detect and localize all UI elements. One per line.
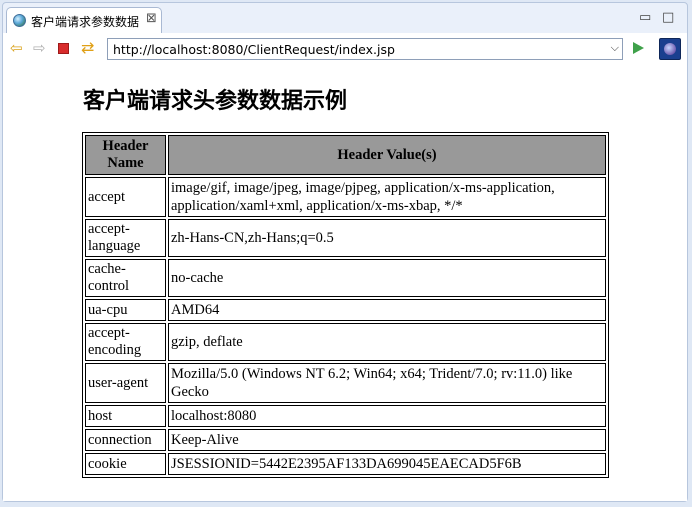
- table-row: host localhost:8080: [85, 405, 606, 427]
- url-bar[interactable]: http://localhost:8080/ClientRequest/inde…: [107, 38, 623, 60]
- header-value-cell: no-cache: [168, 259, 606, 297]
- header-name-cell: ua-cpu: [85, 299, 166, 321]
- table-row: accept-language zh-Hans-CN,zh-Hans;q=0.5: [85, 219, 606, 257]
- header-name-cell: connection: [85, 429, 166, 451]
- forward-arrow-icon[interactable]: ⇨: [33, 40, 46, 56]
- headers-table: Header Name Header Value(s) accept image…: [82, 132, 609, 478]
- tab-bar: 客户端请求参数数据 ⊠ ▭ □: [3, 3, 687, 33]
- browser-window: 客户端请求参数数据 ⊠ ▭ □ ⇦ ⇨ ⇄ http://localhost:8…: [2, 2, 688, 502]
- browser-toolbar: ⇦ ⇨ ⇄ http://localhost:8080/ClientReques…: [3, 33, 687, 64]
- stop-icon[interactable]: [58, 43, 69, 54]
- url-input[interactable]: http://localhost:8080/ClientRequest/inde…: [113, 42, 395, 57]
- header-value-cell: AMD64: [168, 299, 606, 321]
- table-row: ua-cpu AMD64: [85, 299, 606, 321]
- tab-client-request[interactable]: 客户端请求参数数据 ⊠: [6, 7, 162, 33]
- header-value-cell: localhost:8080: [168, 405, 606, 427]
- header-value-cell: Keep-Alive: [168, 429, 606, 451]
- table-row: cache-control no-cache: [85, 259, 606, 297]
- table-row: user-agent Mozilla/5.0 (Windows NT 6.2; …: [85, 363, 606, 403]
- tab-title: 客户端请求参数数据: [31, 15, 140, 29]
- header-value-cell: image/gif, image/jpeg, image/pjpeg, appl…: [168, 177, 606, 217]
- url-dropdown-icon[interactable]: ⌵: [611, 41, 619, 55]
- header-name-cell: cookie: [85, 453, 166, 475]
- header-name-cell: accept-language: [85, 219, 166, 257]
- header-value-cell: gzip, deflate: [168, 323, 606, 361]
- header-value-cell: JSESSIONID=5442E2395AF133DA699045EAECAD5…: [168, 453, 606, 475]
- minimize-button[interactable]: ▭: [639, 10, 651, 25]
- header-value-cell: zh-Hans-CN,zh-Hans;q=0.5: [168, 219, 606, 257]
- table-row: connection Keep-Alive: [85, 429, 606, 451]
- eclipse-icon[interactable]: [659, 38, 681, 60]
- table-row: accept image/gif, image/jpeg, image/pjpe…: [85, 177, 606, 217]
- globe-icon: [13, 14, 26, 27]
- header-name-cell: user-agent: [85, 363, 166, 403]
- header-name-cell: accept-encoding: [85, 323, 166, 361]
- header-name-cell: host: [85, 405, 166, 427]
- table-row: accept-encoding gzip, deflate: [85, 323, 606, 361]
- table-row: cookie JSESSIONID=5442E2395AF133DA699045…: [85, 453, 606, 475]
- go-icon[interactable]: [633, 42, 644, 54]
- header-value-cell: Mozilla/5.0 (Windows NT 6.2; Win64; x64;…: [168, 363, 606, 403]
- page-content: 客户端请求头参数数据示例 Header Name Header Value(s)…: [3, 64, 687, 501]
- column-header-value: Header Value(s): [168, 135, 606, 175]
- page-title: 客户端请求头参数数据示例: [83, 88, 348, 114]
- column-header-name: Header Name: [85, 135, 166, 175]
- header-name-cell: accept: [85, 177, 166, 217]
- header-name-cell: cache-control: [85, 259, 166, 297]
- back-arrow-icon[interactable]: ⇦: [10, 40, 23, 56]
- maximize-button[interactable]: □: [662, 10, 674, 25]
- refresh-icon[interactable]: ⇄: [81, 40, 94, 56]
- table-header-row: Header Name Header Value(s): [85, 135, 606, 175]
- tab-close-icon[interactable]: ⊠: [146, 11, 157, 26]
